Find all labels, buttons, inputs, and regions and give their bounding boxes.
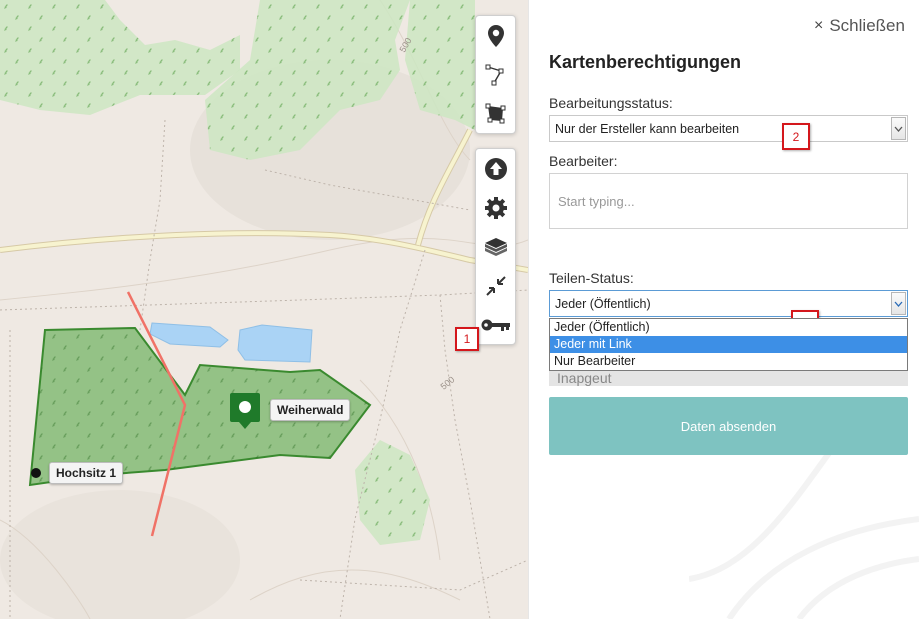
- close-button[interactable]: × Schließen: [814, 16, 905, 36]
- collapse-icon: [485, 275, 506, 296]
- collapse-button[interactable]: [476, 266, 515, 305]
- chevron-down-icon: [891, 117, 906, 140]
- editors-placeholder: Start typing...: [558, 193, 635, 209]
- edit-status-value: Nur der Ersteller kann bearbeiten: [555, 121, 740, 136]
- editors-label: Bearbeiter:: [549, 153, 618, 169]
- close-icon: ×: [814, 17, 824, 34]
- layers-button[interactable]: [476, 227, 515, 266]
- obscured-field-text: Inapgeut: [557, 370, 612, 386]
- map-view[interactable]: ⸙ ⸙ ⸙ ⸙: [0, 0, 528, 619]
- upload-button[interactable]: [476, 149, 515, 188]
- point-label[interactable]: Hochsitz 1: [49, 462, 124, 484]
- draw-line-button[interactable]: [476, 55, 515, 94]
- upload-icon: [484, 157, 507, 180]
- gear-icon: [484, 196, 507, 219]
- edit-status-select[interactable]: Nur der Ersteller kann bearbeiten: [549, 115, 908, 142]
- dropdown-option[interactable]: Nur Bearbeiter: [550, 353, 907, 370]
- dropdown-option[interactable]: Jeder (Öffentlich): [550, 319, 907, 336]
- key-icon: [481, 319, 510, 331]
- permissions-button[interactable]: [476, 305, 515, 344]
- share-status-select[interactable]: Jeder (Öffentlich): [549, 290, 908, 317]
- actions-toolbar: [475, 148, 516, 345]
- editors-input[interactable]: Start typing...: [549, 173, 908, 229]
- share-status-dropdown: Jeder (Öffentlich) Jeder mit Link Nur Be…: [549, 318, 908, 371]
- submit-button[interactable]: Daten absenden: [549, 397, 908, 455]
- panel-title: Kartenberechtigungen: [549, 52, 742, 72]
- point-marker-icon[interactable]: [30, 467, 42, 479]
- share-status-label: Teilen-Status:: [549, 270, 634, 286]
- dropdown-option-highlighted[interactable]: Jeder mit Link: [550, 336, 907, 353]
- layers-icon: [484, 237, 507, 256]
- polyline-icon: [485, 64, 503, 85]
- map-marker-icon: [487, 24, 504, 47]
- chevron-down-icon: [891, 292, 906, 315]
- close-label: Schließen: [829, 16, 905, 35]
- map-base-layer: ⸙ ⸙ ⸙ ⸙: [0, 0, 528, 619]
- callout-marker: 2: [782, 123, 810, 150]
- permissions-panel: × Schließen Kartenberechtigungen Bearbei…: [528, 0, 919, 619]
- feature-label[interactable]: Weiherwald: [270, 399, 351, 421]
- edit-status-label: Bearbeitungsstatus:: [549, 95, 673, 111]
- draw-marker-button[interactable]: [476, 16, 515, 55]
- callout-marker: 1: [455, 327, 479, 351]
- draw-polygon-button[interactable]: [476, 94, 515, 133]
- settings-button[interactable]: [476, 188, 515, 227]
- map-pin-icon[interactable]: [229, 392, 263, 430]
- polygon-icon: [485, 103, 505, 123]
- share-status-value: Jeder (Öffentlich): [555, 296, 651, 311]
- draw-toolbar: [475, 15, 516, 134]
